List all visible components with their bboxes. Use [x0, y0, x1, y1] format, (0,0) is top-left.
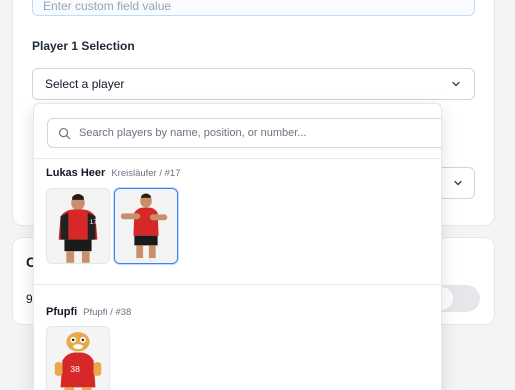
settings-card-value: 9: [26, 292, 33, 306]
player-photo: [115, 189, 177, 263]
svg-text:17: 17: [90, 219, 98, 226]
chevron-down-icon: [454, 180, 462, 186]
group-meta: Pfupfi / #38: [83, 307, 132, 318]
search-placeholder: Search players by name, position, or num…: [79, 127, 307, 139]
mascot-photo: 38: [47, 327, 109, 390]
player1-select-value: Select a player: [45, 77, 125, 91]
player1-label: Player 1 Selection: [32, 39, 135, 53]
custom-field-input[interactable]: Enter custom field value: [32, 0, 475, 16]
player-photo: 17: [47, 189, 109, 263]
player-image-option[interactable]: 38: [46, 326, 110, 390]
custom-field-placeholder: Enter custom field value: [43, 0, 172, 13]
search-icon: [58, 127, 71, 139]
player-search-input[interactable]: Search players by name, position, or num…: [47, 118, 441, 148]
divider: [34, 158, 441, 159]
player1-select[interactable]: Select a player: [32, 68, 475, 100]
group-name: Pfupfi: [46, 306, 78, 318]
group-header-pfupfi: Pfupfi Pfupfi / #38: [46, 306, 131, 318]
group-meta: Kreisläufer / #17: [111, 168, 181, 179]
group-name: Lukas Heer: [46, 167, 106, 179]
player-image-option-selected[interactable]: [114, 188, 178, 264]
chevron-down-icon: [452, 81, 460, 87]
player-image-option[interactable]: 17: [46, 188, 110, 264]
divider: [34, 284, 441, 285]
group-header-lukas: Lukas Heer Kreisläufer / #17: [46, 167, 181, 179]
player-dropdown: Search players by name, position, or num…: [33, 103, 442, 390]
svg-text:38: 38: [70, 364, 80, 374]
